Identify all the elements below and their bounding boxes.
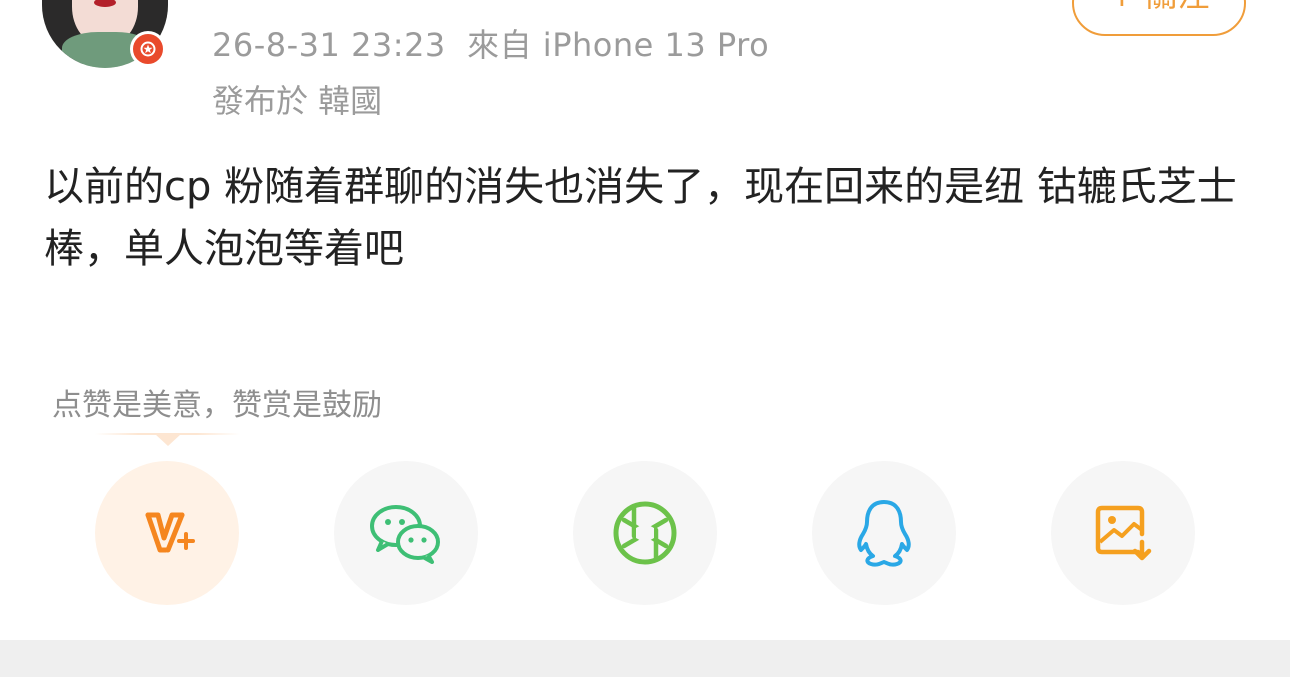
v-plus-icon: [145, 512, 195, 553]
post-location: 發布於 韓國: [212, 82, 383, 120]
verified-badge-icon: [130, 31, 166, 67]
wechat-share-button[interactable]: [334, 461, 478, 605]
hint-caret: [155, 434, 181, 446]
post-source: 來自 iPhone 13 Pro: [467, 26, 770, 64]
wechat-icon: [370, 505, 440, 564]
moments-icon: [613, 501, 677, 565]
qq-icon: [857, 500, 911, 567]
post-text: 以前的cp 粉随着群聊的消失也消失了，现在回来的是纽 钴辘氏芝士棒，单人泡泡等着…: [44, 164, 1237, 272]
follow-button[interactable]: + 關注: [1072, 0, 1246, 36]
bottom-divider: [0, 640, 1290, 677]
v-plus-button[interactable]: [95, 461, 239, 605]
moments-share-button[interactable]: [573, 461, 717, 605]
reward-hint: 点赞是美意，赞赏是鼓励: [52, 388, 382, 423]
post-meta: 26-8-31 23:23 來自 iPhone 13 Pro: [212, 20, 769, 66]
save-image-button[interactable]: [1051, 461, 1195, 605]
qq-share-button[interactable]: [812, 461, 956, 605]
post-timestamp: 26-8-31 23:23: [212, 26, 446, 64]
save-image-icon: [1095, 505, 1152, 561]
